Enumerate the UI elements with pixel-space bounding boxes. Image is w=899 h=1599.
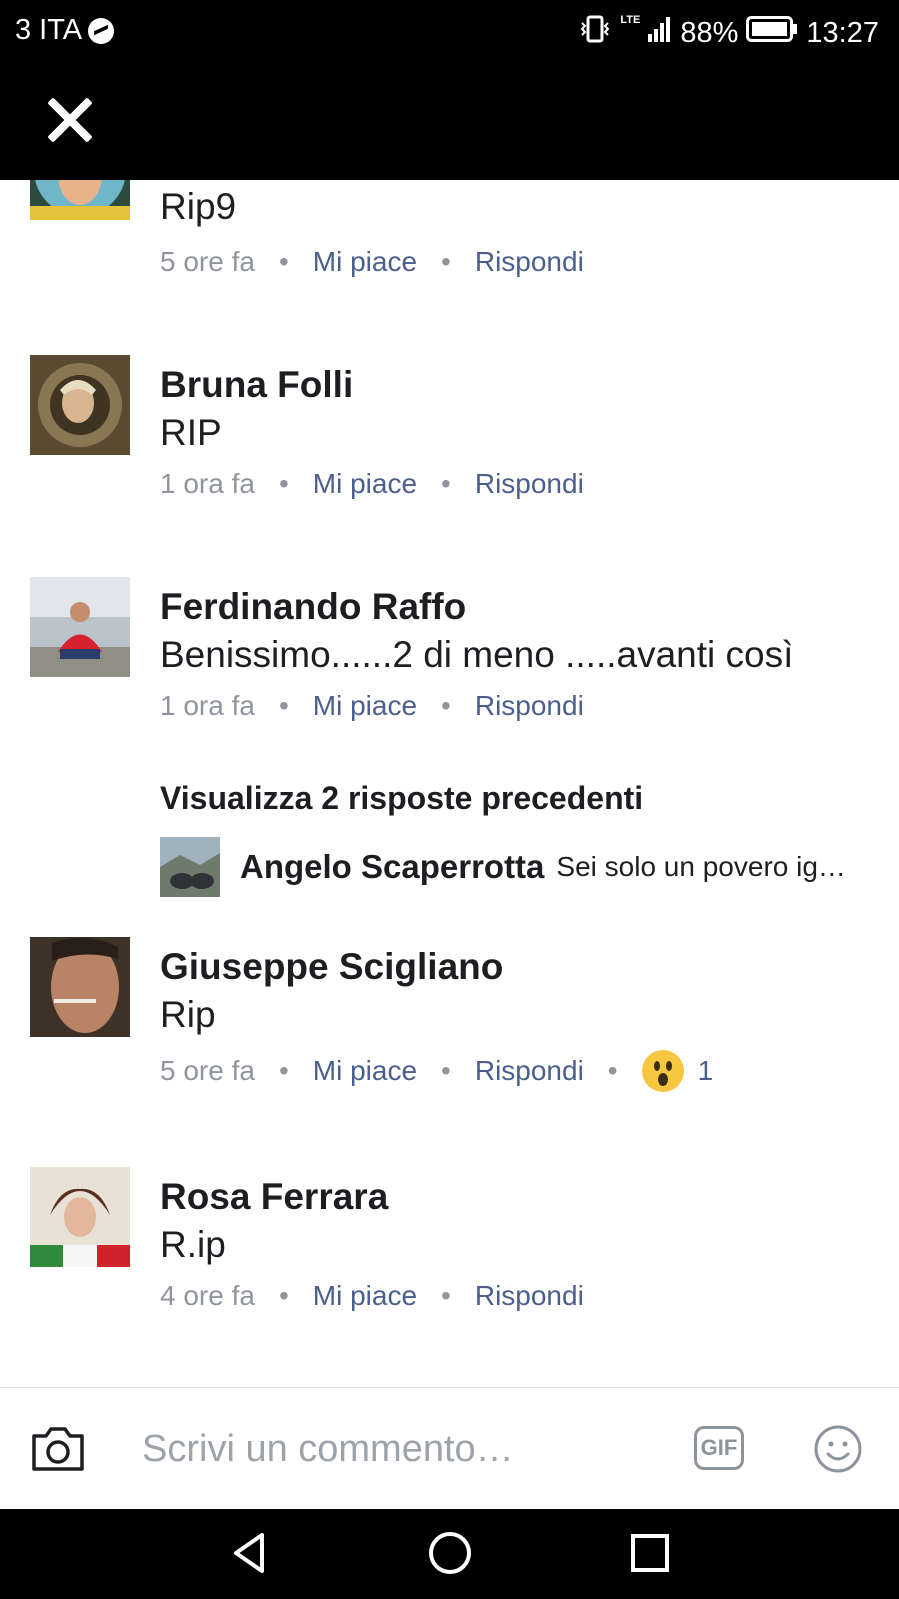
vibrate-icon (578, 14, 612, 52)
reaction-summary[interactable]: 1 (641, 1050, 714, 1092)
reply-link[interactable]: Rispondi (475, 690, 584, 722)
comment-meta: 5 ore fa • Mi piace • Rispondi (160, 246, 584, 278)
back-icon[interactable] (224, 1527, 276, 1579)
commenter-name[interactable]: Bruna Folli (160, 364, 353, 406)
top-bar (0, 62, 899, 180)
comment-time: 5 ore fa (160, 246, 255, 277)
wow-reaction-icon (641, 1050, 684, 1092)
commenter-name[interactable]: Rosa Ferrara (160, 1176, 388, 1218)
comment-text: Rip (160, 994, 216, 1035)
comment-meta: 1 ora fa • Mi piace • Rispondi (160, 690, 584, 722)
reply-link[interactable]: Rispondi (475, 246, 584, 278)
comment-time: 5 ore fa (160, 1055, 255, 1086)
comment-text: Rip9 (160, 186, 237, 227)
comments-list: Rip9 5 ore fa • Mi piace • Rispondi Brun… (0, 180, 899, 1387)
system-nav-bar (0, 1509, 899, 1599)
like-link[interactable]: Mi piace (313, 1280, 417, 1312)
status-bar: 3 ITA LTE 88% 13:27 (0, 0, 899, 62)
comment-meta: 1 ora fa • Mi piace • Rispondi (160, 468, 584, 500)
like-link[interactable]: Mi piace (313, 246, 417, 278)
carrier-label: 3 ITA (15, 14, 83, 46)
gif-button[interactable]: GIF (694, 1426, 744, 1470)
comment-meta: 5 ore fa • Mi piace • Rispondi • 1 (160, 1050, 713, 1092)
comment-time: 4 ore fa (160, 1280, 255, 1311)
clock: 13:27 (806, 16, 879, 49)
battery-icon (746, 16, 798, 50)
comment-input[interactable] (140, 1418, 664, 1480)
reply-link[interactable]: Rispondi (475, 1055, 584, 1087)
emoji-icon[interactable] (813, 1424, 863, 1474)
avatar[interactable] (30, 180, 130, 220)
reply-preview[interactable]: Angelo Scaperrotta Sei solo un povero ig… (160, 837, 846, 897)
reply-link[interactable]: Rispondi (475, 1280, 584, 1312)
comment-time: 1 ora fa (160, 468, 255, 499)
signal-icon (648, 16, 672, 50)
view-previous-replies-link[interactable]: Visualizza 2 risposte precedenti (160, 780, 643, 817)
recents-icon[interactable] (624, 1527, 676, 1579)
battery-percent: 88% (680, 16, 739, 49)
comment-text: R.ip (160, 1224, 226, 1265)
camera-icon[interactable] (30, 1426, 86, 1472)
home-icon[interactable] (424, 1527, 476, 1579)
avatar[interactable] (30, 577, 130, 677)
reply-text: Sei solo un povero ig… (556, 851, 846, 882)
commenter-name[interactable]: Ferdinando Raffo (160, 586, 466, 628)
reaction-count: 1 (697, 1055, 714, 1086)
avatar[interactable] (30, 1167, 130, 1267)
like-link[interactable]: Mi piace (313, 468, 417, 500)
comment-time: 1 ora fa (160, 690, 255, 721)
commenter-name[interactable]: Giuseppe Scigliano (160, 946, 503, 988)
like-link[interactable]: Mi piace (313, 690, 417, 722)
like-link[interactable]: Mi piace (313, 1055, 417, 1087)
close-button[interactable] (44, 94, 96, 146)
comment-text: Benissimo......2 di meno .....avanti cos… (160, 634, 794, 675)
messenger-icon (88, 17, 115, 44)
comment-composer: GIF (0, 1387, 899, 1510)
avatar[interactable] (30, 355, 130, 455)
reply-author-name: Angelo Scaperrotta (240, 848, 545, 885)
comment-text: RIP (160, 412, 222, 453)
comment-meta: 4 ore fa • Mi piace • Rispondi (160, 1280, 584, 1312)
avatar[interactable] (30, 937, 130, 1037)
reply-avatar[interactable] (160, 837, 220, 897)
reply-link[interactable]: Rispondi (475, 468, 584, 500)
network-type-label: LTE (620, 14, 641, 26)
